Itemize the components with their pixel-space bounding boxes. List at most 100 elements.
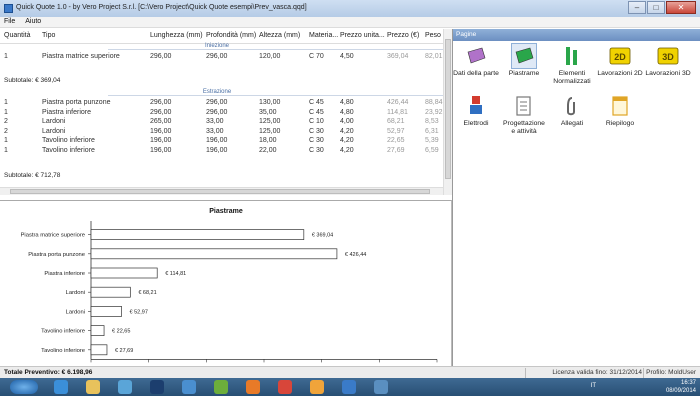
col-depth[interactable]: Profondità (mm) xyxy=(206,29,256,43)
category-label: Lardoni xyxy=(66,309,85,315)
cell-weight: 88,84 xyxy=(425,99,443,106)
folder-icon[interactable] xyxy=(86,380,100,394)
cell-height: 120,00 xyxy=(259,53,281,60)
cell-material: C 30 xyxy=(309,146,324,154)
cell-material: C 45 xyxy=(309,99,324,106)
app-icon xyxy=(4,4,13,13)
col-quantity[interactable]: Quantità xyxy=(4,29,30,43)
bar xyxy=(90,229,305,240)
clock-time: 16:37 xyxy=(680,380,696,386)
parts-table: Quantità Tipo Lunghezza (mm) Profondità … xyxy=(0,29,452,195)
table-row[interactable]: 2 Lardoni 265,00 33,00 125,00 C 10 4,00 68,21 8,… xyxy=(0,118,444,127)
cell-price: 22,65 xyxy=(387,137,405,144)
col-height[interactable]: Altezza (mm) xyxy=(259,29,300,43)
table-row[interactable]: 1 Tavolino inferiore 196,00 196,00 22,00 C 30… xyxy=(0,147,444,156)
cell-qty: 1 xyxy=(4,99,8,106)
col-type[interactable]: Tipo xyxy=(42,29,55,43)
table-row[interactable]: 1 Piastra porta punzone 296,00 296,00 130,00… xyxy=(0,99,444,108)
col-price[interactable]: Prezzo (€) xyxy=(387,29,419,43)
data-label: € 52,97 xyxy=(130,309,148,315)
chrome-icon[interactable] xyxy=(310,380,324,394)
page-tile[interactable]: 2D Lavorazioni 2D xyxy=(597,44,643,94)
menu-bar: File Aiuto xyxy=(0,17,700,28)
cell-len: 196,00 xyxy=(150,137,172,144)
table-row[interactable]: 1 Piastra inferiore 296,00 296,00 35,00 C 45 4… xyxy=(0,109,444,118)
table-row[interactable]: 1 Tavolino inferiore 196,00 196,00 18,00 C 30… xyxy=(0,137,444,146)
cell-type: Tavolino inferiore xyxy=(42,146,95,154)
app-icon[interactable] xyxy=(374,380,388,394)
maximize-button[interactable]: □ xyxy=(647,1,665,14)
group-label-injection: Iniezione xyxy=(204,43,230,49)
table-horizontal-scrollbar[interactable] xyxy=(0,187,443,195)
app-icon[interactable] xyxy=(150,380,164,394)
bar xyxy=(90,325,105,336)
firefox-icon[interactable] xyxy=(246,380,260,394)
cell-weight: 6,31 xyxy=(425,127,439,135)
cell-type: Piastra matrice superiore xyxy=(42,53,120,60)
cell-qty: 1 xyxy=(4,137,8,144)
cell-price: 426,44 xyxy=(387,99,409,106)
minimize-button[interactable]: – xyxy=(628,1,646,14)
standard-parts-icon xyxy=(566,47,577,65)
svg-text:3D: 3D xyxy=(662,52,674,62)
status-separator xyxy=(525,368,526,378)
window-title: Quick Quote 1.0 - by Vero Project S.r.l.… xyxy=(16,4,307,11)
data-label: € 426,44 xyxy=(345,252,366,258)
scroll-thumb[interactable] xyxy=(445,39,451,179)
cell-len: 296,00 xyxy=(150,99,172,106)
page-tile-label: Elementi Normalizzati xyxy=(553,70,591,85)
close-button[interactable]: ✕ xyxy=(666,1,696,14)
menu-file[interactable]: File xyxy=(0,17,19,25)
cell-type: Lardoni xyxy=(42,118,66,125)
menu-help[interactable]: Aiuto xyxy=(21,17,45,25)
col-material[interactable]: Materia... xyxy=(309,29,338,43)
page-tile[interactable]: Elementi Normalizzati xyxy=(549,44,595,94)
cell-material: C 30 xyxy=(309,137,324,144)
data-label: € 369,04 xyxy=(312,233,333,239)
part-data-icon xyxy=(467,47,486,64)
ie-icon[interactable] xyxy=(54,380,68,394)
cell-depth: 33,00 xyxy=(206,127,224,135)
page-tile[interactable]: 3D Lavorazioni 3D xyxy=(645,44,691,94)
cell-weight: 6,59 xyxy=(425,146,439,154)
table-row[interactable]: 2 Lardoni 196,00 33,00 125,00 C 30 4,20 52,97 6,… xyxy=(0,128,444,137)
page-tile[interactable]: Elettrodi xyxy=(453,94,499,144)
app-icon[interactable] xyxy=(342,380,356,394)
media-icon[interactable] xyxy=(118,380,132,394)
bar xyxy=(90,306,122,317)
page-tile[interactable]: Piastrame xyxy=(501,43,547,94)
col-weight[interactable]: Peso xyxy=(425,29,441,43)
plates-icon xyxy=(511,43,537,69)
page-tile[interactable]: Progettazione e attività xyxy=(501,94,547,144)
col-unit-price[interactable]: Prezzo unita... xyxy=(340,29,385,43)
cell-qty: 2 xyxy=(4,127,8,135)
start-button[interactable] xyxy=(10,380,38,394)
app-icon[interactable] xyxy=(214,380,228,394)
total-quote: Totale Preventivo: € 6.198,96 xyxy=(4,369,93,376)
cell-height: 125,00 xyxy=(259,118,281,125)
cell-len: 296,00 xyxy=(150,53,172,60)
subtotal-extraction: Subtotale: € 712,78 xyxy=(4,172,61,179)
language-indicator[interactable]: IT xyxy=(591,383,596,389)
table-vertical-scrollbar[interactable] xyxy=(443,29,452,195)
scroll-thumb[interactable] xyxy=(10,189,430,194)
page-tile[interactable]: Dati della parte xyxy=(453,44,499,94)
mail-icon[interactable] xyxy=(182,380,196,394)
app-icon[interactable] xyxy=(278,380,292,394)
cell-qty: 1 xyxy=(4,53,8,60)
category-label: Tavolino inferiore xyxy=(41,329,85,335)
cell-type: Piastra porta punzone xyxy=(42,99,111,106)
page-tile[interactable]: Allegati xyxy=(549,94,595,144)
data-label: € 27,69 xyxy=(115,348,133,354)
cell-len: 296,00 xyxy=(150,108,172,116)
cell-depth: 296,00 xyxy=(206,108,228,116)
bar-chart: 0100200300400500600Piastra matrice super… xyxy=(21,221,443,367)
page-tile[interactable]: Riepilogo xyxy=(597,94,643,144)
col-length[interactable]: Lunghezza (mm) xyxy=(150,29,203,43)
page-tile-label: Dati della parte xyxy=(453,70,499,77)
category-label: Piastra matrice superiore xyxy=(21,233,85,239)
clock[interactable]: 16:37 08/09/2014 xyxy=(666,379,696,395)
table-row[interactable]: 1 Piastra matrice superiore 296,00 296,00 12… xyxy=(0,53,444,62)
cell-qty: 1 xyxy=(4,146,8,154)
cell-unit: 4,20 xyxy=(340,146,354,154)
